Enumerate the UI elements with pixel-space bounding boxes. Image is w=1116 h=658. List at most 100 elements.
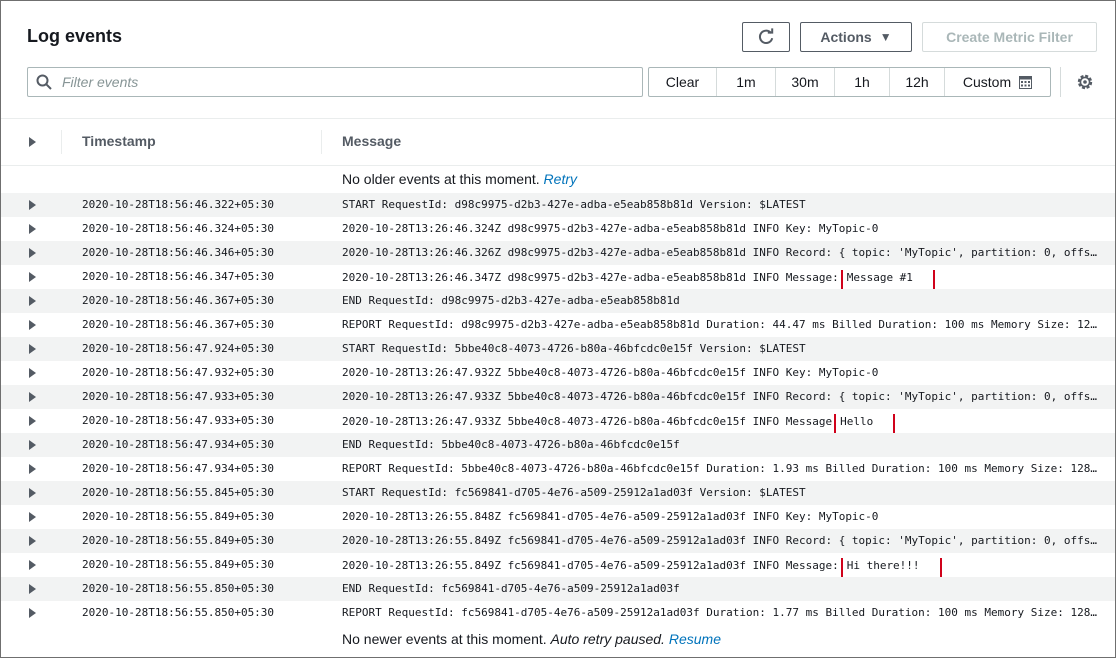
row-message-text: REPORT RequestId: d98c9975-d2b3-427e-adb… (342, 318, 1097, 331)
log-events-panel: Log events Actions ▼ Create Metric Filte… (0, 0, 1116, 658)
newer-events-notice: No newer events at this moment. Auto ret… (1, 625, 1115, 653)
table-row[interactable]: 2020-10-28T18:56:55.849+05:30 2020-10-28T… (1, 553, 1115, 579)
row-timestamp: 2020-10-28T18:56:46.346+05:30 (82, 246, 275, 259)
filter-events-input[interactable] (60, 73, 624, 91)
row-message: 2020-10-28T13:26:55.848Z fc569841-d705-4… (342, 510, 1097, 523)
row-timestamp: 2020-10-28T18:56:47.924+05:30 (82, 342, 275, 355)
row-message-text: 2020-10-28T13:26:47.932Z 5bbe40c8-4073-4… (342, 366, 879, 379)
calendar-icon (1019, 75, 1033, 89)
expand-row-icon[interactable] (29, 248, 36, 258)
range-12h[interactable]: 12h (889, 68, 944, 96)
row-message-text: 2020-10-28T13:26:55.848Z fc569841-d705-4… (342, 510, 879, 523)
table-row[interactable]: 2020-10-28T18:56:47.932+05:30 2020-10-28T… (1, 361, 1115, 385)
table-row[interactable]: 2020-10-28T18:56:55.845+05:30 START Reque… (1, 481, 1115, 505)
page-title: Log events (27, 26, 123, 46)
row-timestamp: 2020-10-28T18:56:47.934+05:30 (82, 438, 275, 451)
row-timestamp: 2020-10-28T18:56:46.324+05:30 (82, 222, 275, 235)
row-message: 2020-10-28T13:26:46.324Z d98c9975-d2b3-4… (342, 222, 1097, 235)
table-row[interactable]: 2020-10-28T18:56:46.324+05:30 2020-10-28T… (1, 217, 1115, 241)
newer-events-text: No newer events at this moment. (342, 631, 547, 647)
row-timestamp: 2020-10-28T18:56:55.849+05:30 (82, 534, 275, 547)
table-row[interactable]: 2020-10-28T18:56:46.322+05:30 START Reque… (1, 193, 1115, 217)
row-timestamp: 2020-10-28T18:56:55.845+05:30 (82, 486, 275, 499)
row-message: END RequestId: d98c9975-d2b3-427e-adba-e… (342, 294, 1097, 307)
expand-row-icon[interactable] (29, 608, 36, 618)
retry-link[interactable]: Retry (544, 171, 577, 187)
row-message: START RequestId: fc569841-d705-4e76-a509… (342, 486, 1097, 499)
table-row[interactable]: 2020-10-28T18:56:47.934+05:30 END Request… (1, 433, 1115, 457)
table-row[interactable]: 2020-10-28T18:56:47.933+05:30 2020-10-28T… (1, 409, 1115, 435)
expand-row-icon[interactable] (29, 536, 36, 546)
expand-row-icon[interactable] (29, 296, 36, 306)
actions-dropdown-button[interactable]: Actions ▼ (800, 22, 912, 52)
row-message-text: START RequestId: fc569841-d705-4e76-a509… (342, 486, 806, 499)
range-30m[interactable]: 30m (775, 68, 834, 96)
table-row[interactable]: 2020-10-28T18:56:55.849+05:30 2020-10-28T… (1, 529, 1115, 553)
table-row[interactable]: 2020-10-28T18:56:46.347+05:30 2020-10-28T… (1, 265, 1115, 291)
row-timestamp: 2020-10-28T18:56:46.367+05:30 (82, 318, 275, 331)
filter-events-field[interactable] (27, 67, 643, 97)
expand-row-icon[interactable] (29, 584, 36, 594)
table-row[interactable]: 2020-10-28T18:56:55.850+05:30 REPORT Requ… (1, 601, 1115, 625)
column-header-message[interactable]: Message (342, 133, 401, 149)
row-timestamp: 2020-10-28T18:56:55.850+05:30 (82, 582, 275, 595)
expand-row-icon[interactable] (29, 368, 36, 378)
table-row[interactable]: 2020-10-28T18:56:47.934+05:30 REPORT Requ… (1, 457, 1115, 481)
column-divider (321, 130, 322, 154)
table-row[interactable]: 2020-10-28T18:56:55.849+05:30 2020-10-28T… (1, 505, 1115, 529)
table-row[interactable]: 2020-10-28T18:56:47.924+05:30 START Reque… (1, 337, 1115, 361)
expand-row-icon[interactable] (29, 272, 36, 282)
expand-row-icon[interactable] (29, 488, 36, 498)
table-row[interactable]: 2020-10-28T18:56:55.850+05:30 END Request… (1, 577, 1115, 601)
row-message-text: 2020-10-28T13:26:47.933Z 5bbe40c8-4073-4… (342, 415, 833, 428)
row-message-text: 2020-10-28T13:26:46.326Z d98c9975-d2b3-4… (342, 246, 1097, 259)
clear-range-button[interactable]: Clear (649, 68, 716, 96)
resume-link[interactable]: Resume (669, 631, 721, 647)
column-header-timestamp[interactable]: Timestamp (82, 133, 156, 149)
log-event-list: No older events at this moment. Retry 20… (1, 165, 1115, 653)
expand-row-icon[interactable] (29, 224, 36, 234)
create-metric-filter-button[interactable]: Create Metric Filter (922, 22, 1097, 52)
row-message: REPORT RequestId: fc569841-d705-4e76-a50… (342, 606, 1097, 619)
expand-row-icon[interactable] (29, 416, 36, 426)
row-message: START RequestId: 5bbe40c8-4073-4726-b80a… (342, 342, 1097, 355)
row-message: 2020-10-28T13:26:46.347Z d98c9975-d2b3-4… (342, 270, 1097, 291)
highlighted-message-value: Hello (834, 414, 896, 435)
expand-all-icon[interactable] (29, 137, 36, 147)
range-1h[interactable]: 1h (834, 68, 889, 96)
row-message-text: END RequestId: fc569841-d705-4e76-a509-2… (342, 582, 680, 595)
column-divider (61, 130, 62, 154)
table-row[interactable]: 2020-10-28T18:56:46.367+05:30 END Request… (1, 289, 1115, 313)
highlighted-message-value: Message #1 (840, 270, 935, 291)
row-message-text: REPORT RequestId: fc569841-d705-4e76-a50… (342, 606, 1097, 619)
custom-label: Custom (962, 74, 1012, 90)
row-message-text: END RequestId: d98c9975-d2b3-427e-adba-e… (342, 294, 680, 307)
table-row[interactable]: 2020-10-28T18:56:46.367+05:30 REPORT Requ… (1, 313, 1115, 337)
row-timestamp: 2020-10-28T18:56:47.933+05:30 (82, 390, 275, 403)
gear-icon[interactable] (1076, 73, 1094, 91)
refresh-button[interactable] (742, 22, 790, 52)
expand-row-icon[interactable] (29, 512, 36, 522)
expand-row-icon[interactable] (29, 320, 36, 330)
row-timestamp: 2020-10-28T18:56:46.322+05:30 (82, 198, 275, 211)
expand-row-icon[interactable] (29, 344, 36, 354)
table-row[interactable]: 2020-10-28T18:56:47.933+05:30 2020-10-28T… (1, 385, 1115, 409)
expand-row-icon[interactable] (29, 440, 36, 450)
range-custom[interactable]: Custom (944, 68, 1050, 96)
toolbar-divider (1060, 67, 1061, 97)
row-message: 2020-10-28T13:26:47.933Z 5bbe40c8-4073-4… (342, 390, 1097, 403)
expand-row-icon[interactable] (29, 560, 36, 570)
row-message: 2020-10-28T13:26:47.933Z 5bbe40c8-4073-4… (342, 414, 1097, 435)
row-timestamp: 2020-10-28T18:56:55.849+05:30 (82, 558, 275, 571)
row-timestamp: 2020-10-28T18:56:46.347+05:30 (82, 270, 275, 283)
row-message-text: END RequestId: 5bbe40c8-4073-4726-b80a-4… (342, 438, 680, 451)
expand-row-icon[interactable] (29, 200, 36, 210)
row-message: START RequestId: d98c9975-d2b3-427e-adba… (342, 198, 1097, 211)
expand-row-icon[interactable] (29, 392, 36, 402)
row-message: END RequestId: 5bbe40c8-4073-4726-b80a-4… (342, 438, 1097, 451)
row-message-text: 2020-10-28T13:26:47.933Z 5bbe40c8-4073-4… (342, 390, 1097, 403)
range-1m[interactable]: 1m (716, 68, 775, 96)
row-message-text: 2020-10-28T13:26:55.849Z fc569841-d705-4… (342, 559, 839, 572)
expand-row-icon[interactable] (29, 464, 36, 474)
table-row[interactable]: 2020-10-28T18:56:46.346+05:30 2020-10-28T… (1, 241, 1115, 265)
